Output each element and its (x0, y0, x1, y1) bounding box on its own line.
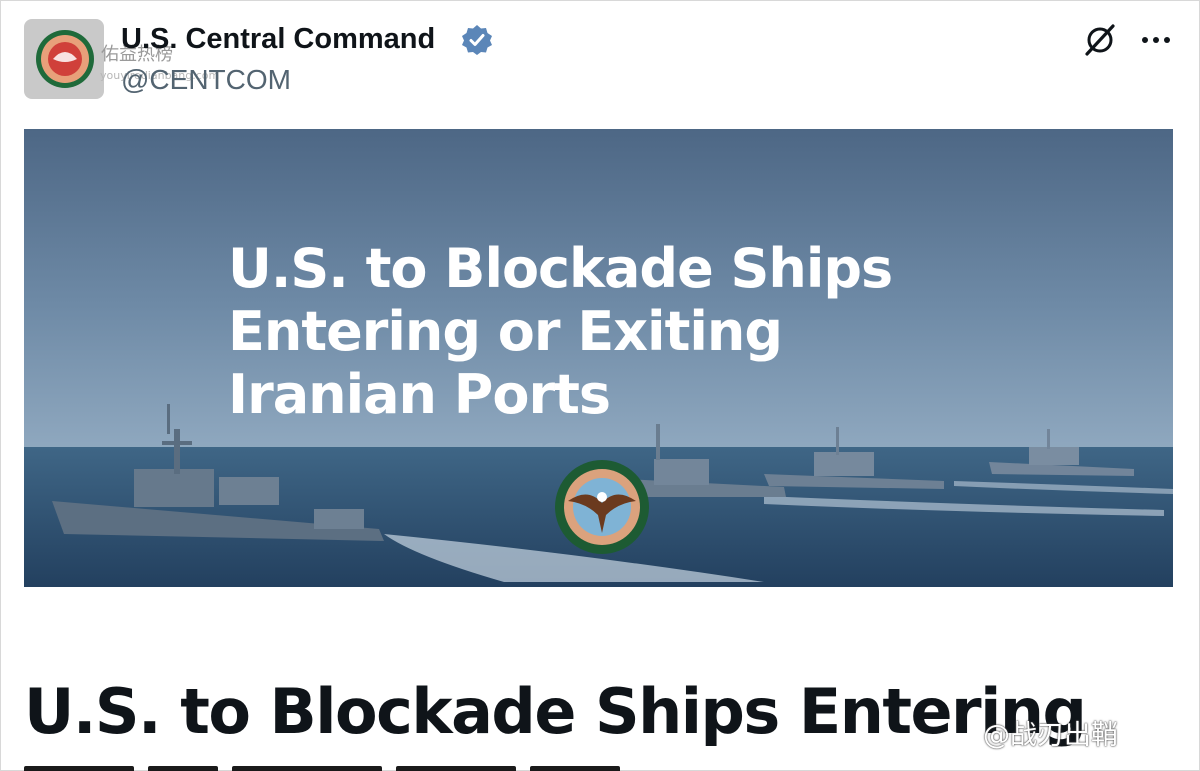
avatar[interactable] (24, 19, 104, 99)
headline-next-line (24, 762, 664, 771)
centcom-seal-icon (555, 460, 649, 554)
user-handle[interactable]: @CENTCOM (121, 64, 291, 96)
post-image[interactable]: U.S. to Blockade Ships Entering or Exiti… (24, 129, 1173, 587)
display-name[interactable]: U.S. Central Command (121, 23, 435, 56)
grok-icon[interactable] (1082, 22, 1118, 58)
source-watermark: @战刃出鞘 (983, 720, 1118, 751)
centcom-avatar-icon (36, 30, 94, 88)
more-options-icon[interactable] (1139, 22, 1173, 58)
article-headline[interactable]: U.S. to Blockade Ships Entering (24, 675, 1087, 748)
banner-title: U.S. to Blockade Ships Entering or Exiti… (228, 237, 893, 426)
verified-badge-icon (462, 25, 492, 55)
